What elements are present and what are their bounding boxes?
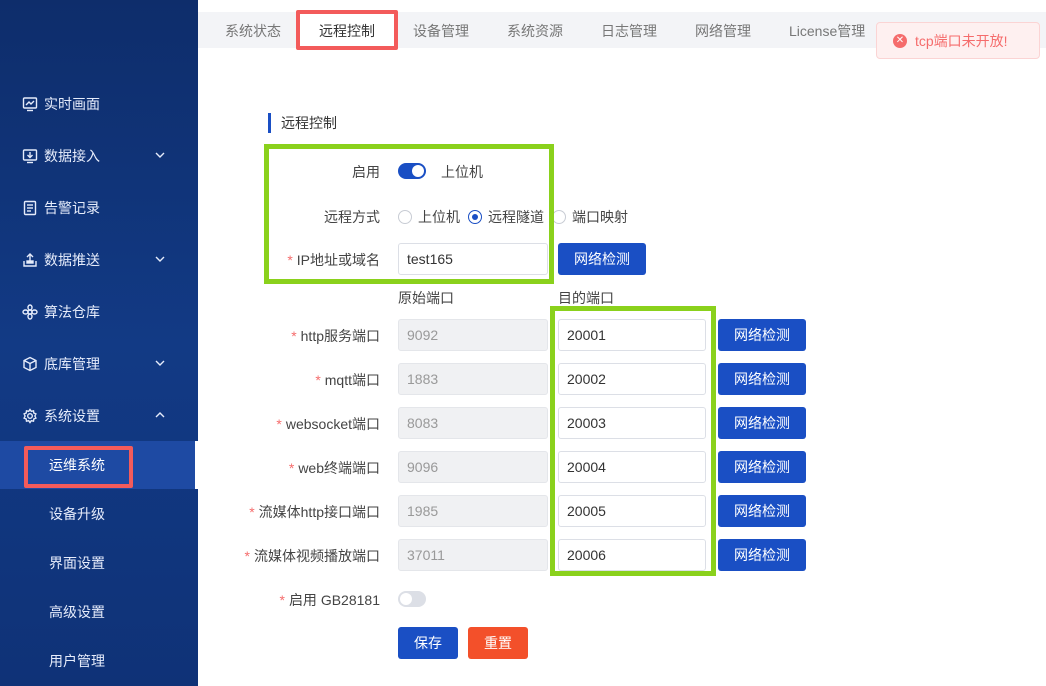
source-port-input: 37011 [398, 539, 548, 571]
source-port-input: 9096 [398, 451, 548, 483]
sidebar-item-realtime[interactable]: 实时画面 [0, 84, 198, 124]
save-button[interactable]: 保存 [398, 627, 458, 659]
port-label: * 流媒体视频播放端口 [244, 548, 380, 564]
gear-icon [22, 408, 38, 424]
sidebar-item-label: 底库管理 [44, 356, 100, 372]
tab-log-management[interactable]: 日志管理 [601, 12, 657, 48]
sidebar-item-system-settings[interactable]: 系统设置 [0, 396, 198, 436]
radio-circle-icon [552, 210, 566, 224]
sidebar-item-label: 实时画面 [44, 96, 100, 112]
sidebar-item-label: 算法仓库 [44, 304, 100, 320]
sidebar-sub-item-device-upgrade[interactable]: 设备升级 [0, 490, 198, 538]
mode-radio-port-mapping[interactable]: 端口映射 [552, 207, 628, 227]
cube-icon [22, 356, 38, 372]
flower-icon [22, 304, 38, 320]
sidebar-sub-item-advanced-settings[interactable]: 高级设置 [0, 588, 198, 636]
chevron-down-icon [155, 256, 165, 262]
source-port-input: 1883 [398, 363, 548, 395]
target-port-header: 目的端口 [558, 290, 614, 306]
sidebar-item-label: 数据推送 [44, 252, 100, 268]
port-network-check-button[interactable]: 网络检测 [718, 363, 806, 395]
error-close-circle-icon: ✕ [893, 33, 907, 48]
config-highlight-box [264, 144, 554, 284]
port-network-check-button[interactable]: 网络检测 [718, 495, 806, 527]
active-menu-highlight [24, 446, 133, 488]
download-screen-icon [22, 148, 38, 164]
tab-system-status[interactable]: 系统状态 [225, 12, 281, 48]
chevron-down-icon [155, 152, 165, 158]
tab-remote-control-label: 远程控制 [319, 23, 375, 39]
ip-network-check-button[interactable]: 网络检测 [558, 243, 646, 275]
document-icon [22, 200, 38, 216]
tab-device-management[interactable]: 设备管理 [413, 12, 469, 48]
port-label: * 流媒体http接口端口 [249, 504, 380, 520]
error-toast: ✕ tcp端口未开放! [876, 22, 1040, 59]
sidebar-sub-item-label: 高级设置 [49, 604, 105, 620]
sidebar-sub-item-label: 界面设置 [49, 555, 105, 571]
port-label: * websocket端口 [276, 416, 380, 432]
chevron-up-icon [155, 412, 165, 418]
toast-message: tcp端口未开放! [915, 32, 1008, 49]
chevron-down-icon [155, 360, 165, 366]
sidebar-item-library[interactable]: 底库管理 [0, 344, 198, 384]
port-label: * http服务端口 [291, 328, 380, 344]
source-port-header: 原始端口 [398, 290, 454, 306]
gb28181-switch[interactable] [398, 591, 426, 607]
port-network-check-button[interactable]: 网络检测 [718, 451, 806, 483]
port-network-check-button[interactable]: 网络检测 [718, 319, 806, 351]
sidebar-sub-item-label: 设备升级 [49, 506, 105, 522]
monitor-chart-icon [22, 96, 38, 112]
sidebar-sub-item-user-management[interactable]: 用户管理 [0, 637, 198, 685]
tab-network-management[interactable]: 网络管理 [695, 12, 751, 48]
port-label: * web终端端口 [288, 460, 380, 476]
target-ports-highlight-box [550, 306, 716, 576]
sidebar-sub-item-label: 用户管理 [49, 653, 105, 669]
tab-system-resources[interactable]: 系统资源 [507, 12, 563, 48]
source-port-input: 8083 [398, 407, 548, 439]
port-network-check-button[interactable]: 网络检测 [718, 539, 806, 571]
reset-button[interactable]: 重置 [468, 627, 528, 659]
upload-icon [22, 252, 38, 268]
sidebar-item-label: 数据接入 [44, 148, 100, 164]
sidebar-item-data-push[interactable]: 数据推送 [0, 240, 198, 280]
source-port-input: 9092 [398, 319, 548, 351]
sidebar-item-data-access[interactable]: 数据接入 [0, 136, 198, 176]
section-title: 远程控制 [268, 113, 337, 133]
sidebar: 实时画面 数据接入 告警记录 数据推送 算法仓库 底库管理 系统设置 运维系统 … [0, 0, 198, 686]
sidebar-item-alarm-records[interactable]: 告警记录 [0, 188, 198, 228]
port-label: * mqtt端口 [315, 372, 380, 388]
sidebar-item-label: 系统设置 [44, 408, 100, 424]
tab-license-management[interactable]: License管理 [789, 12, 865, 48]
radio-label: 端口映射 [572, 209, 628, 225]
gb28181-label: * 启用 GB28181 [279, 592, 380, 608]
sidebar-item-label: 告警记录 [44, 200, 100, 216]
source-port-input: 1985 [398, 495, 548, 527]
port-network-check-button[interactable]: 网络检测 [718, 407, 806, 439]
sidebar-sub-item-ui-settings[interactable]: 界面设置 [0, 539, 198, 587]
sidebar-item-algorithm-repo[interactable]: 算法仓库 [0, 292, 198, 332]
